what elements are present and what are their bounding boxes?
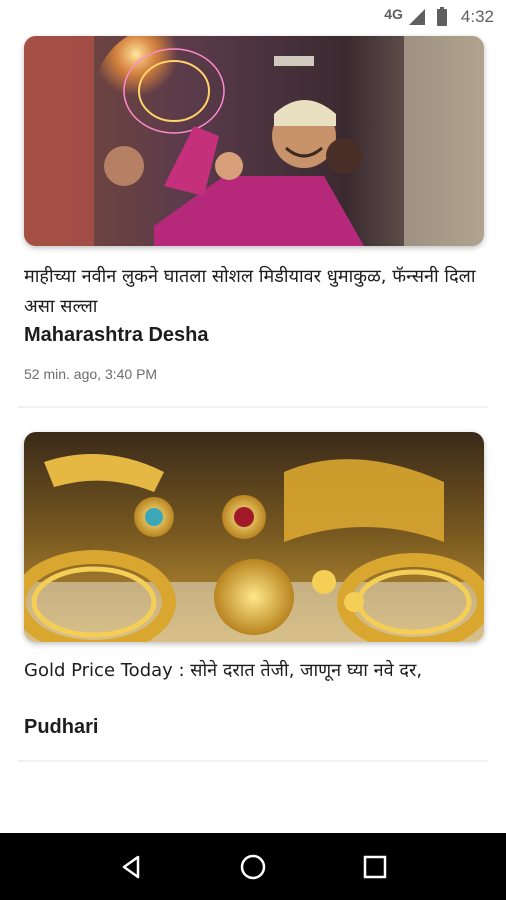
gold-jewellery-illustration — [24, 432, 484, 642]
network-type: 4G — [384, 6, 403, 22]
news-feed[interactable]: माहीच्या नवीन लुकने घातला सोशल मिडीयावर … — [0, 34, 506, 833]
card-divider — [18, 406, 488, 408]
article-headline[interactable]: माहीच्या नवीन लुकने घातला सोशल मिडीयावर … — [24, 262, 484, 322]
signal-icon — [408, 9, 425, 25]
card-divider — [18, 760, 488, 762]
battery-icon — [436, 6, 447, 26]
article-image-dhoni[interactable] — [24, 36, 484, 246]
back-icon[interactable] — [111, 847, 151, 887]
system-nav-bar — [0, 833, 506, 900]
article-time: 52 min. ago, 3:40 PM — [24, 366, 158, 382]
article-headline[interactable]: Gold Price Today : सोने दरात तेजी, जाणून… — [24, 656, 484, 686]
home-icon[interactable] — [233, 847, 273, 887]
status-bar: 4G 4:32 — [0, 0, 506, 34]
recents-icon[interactable] — [355, 847, 395, 887]
dhoni-photo-illustration — [24, 36, 484, 246]
article-source: Maharashtra Desha — [24, 324, 209, 346]
article-source: Pudhari — [24, 716, 99, 738]
status-time: 4:32 — [460, 7, 494, 26]
article-image-gold[interactable] — [24, 432, 484, 642]
